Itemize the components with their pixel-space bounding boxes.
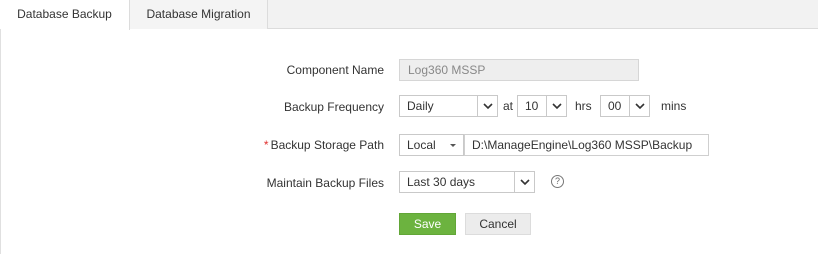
component-name-label: Component Name <box>286 63 384 77</box>
minutes-select[interactable]: 00 <box>600 95 650 117</box>
minutes-select-value: 00 <box>608 99 622 113</box>
save-button[interactable]: Save <box>399 213 456 235</box>
cancel-button[interactable]: Cancel <box>465 213 531 235</box>
frequency-select-value: Daily <box>407 99 434 113</box>
tab-database-migration[interactable]: Database Migration <box>130 0 268 29</box>
maintain-files-value: Last 30 days <box>407 175 476 189</box>
frequency-select[interactable]: Daily <box>399 95 498 117</box>
caret-down-icon <box>443 135 463 155</box>
tab-database-backup[interactable]: Database Backup <box>0 0 130 30</box>
content-border <box>0 29 1 254</box>
component-name-field: Log360 MSSP <box>399 59 639 81</box>
storage-location-value: Local <box>407 138 436 152</box>
hours-select[interactable]: 10 <box>517 95 567 117</box>
hours-select-value: 10 <box>525 99 539 113</box>
at-text: at <box>503 99 514 113</box>
chevron-down-icon <box>629 96 649 116</box>
storage-path-label-text: Backup Storage Path <box>270 138 384 152</box>
storage-location-select[interactable]: Local <box>399 134 464 156</box>
maintain-files-label: Maintain Backup Files <box>266 176 384 190</box>
help-icon[interactable]: ? <box>551 175 564 188</box>
storage-path-input[interactable]: D:\ManageEngine\Log360 MSSP\Backup <box>464 134 709 156</box>
storage-path-label: * Backup Storage Path <box>124 138 384 152</box>
hrs-text: hrs <box>575 99 592 113</box>
tab-bar: Database Backup Database Migration <box>0 0 818 30</box>
chevron-down-icon <box>477 96 497 116</box>
required-mark: * <box>263 138 269 152</box>
maintain-files-select[interactable]: Last 30 days <box>399 171 535 193</box>
chevron-down-icon <box>514 172 534 192</box>
chevron-down-icon <box>546 96 566 116</box>
backup-frequency-label: Backup Frequency <box>283 100 384 114</box>
mins-text: mins <box>661 99 687 113</box>
